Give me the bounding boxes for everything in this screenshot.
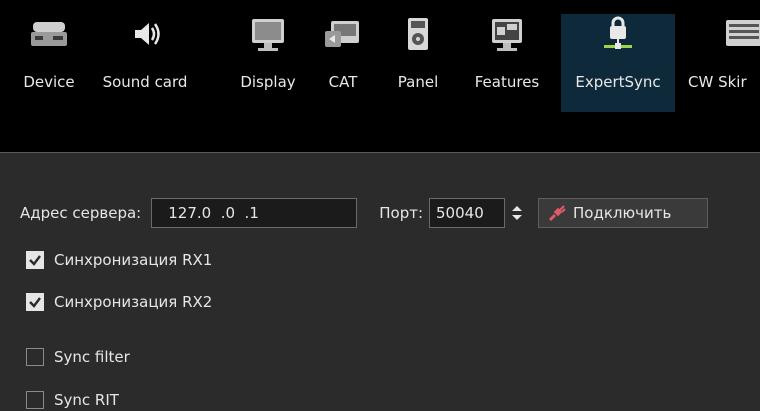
sync-filter-label: Sync filter (54, 348, 130, 366)
device-icon (14, 14, 84, 64)
tab-cw-skimmer[interactable]: CW Skir (688, 14, 760, 112)
tab-panel[interactable]: Panel (390, 14, 446, 112)
tab-sound-card-label: Sound card (102, 73, 188, 91)
port-value: 50040 (436, 204, 484, 222)
sync-rit-checkbox[interactable] (26, 391, 44, 409)
sync-rx2-option[interactable]: Синхронизация RX2 (26, 293, 212, 311)
tab-device-label: Device (23, 73, 75, 91)
network-lock-icon (561, 14, 675, 64)
tab-panel-label: Panel (397, 73, 439, 91)
tab-features-label: Features (474, 73, 540, 91)
tab-expertsync[interactable]: ExpertSync (561, 14, 675, 112)
checkmark-icon (29, 297, 41, 308)
expertsync-settings-panel: Адрес сервера: 127.0 .0 .1 Порт: 50040 П… (0, 153, 760, 411)
settings-toolbar: Device Sound card Display CAT Panel Feat… (0, 0, 760, 152)
panel-icon (390, 14, 446, 64)
port-field[interactable]: 50040 (429, 198, 506, 228)
sync-rx1-label: Синхронизация RX1 (54, 251, 213, 269)
checkmark-icon (29, 255, 41, 266)
server-address-field[interactable]: 127.0 .0 .1 (151, 198, 358, 228)
features-icon (464, 14, 550, 64)
keyboard-icon (724, 14, 760, 64)
port-label: Порт: (379, 204, 424, 222)
sync-rit-option[interactable]: Sync RIT (26, 391, 119, 409)
spinner-arrows-icon (512, 206, 523, 220)
sync-rit-label: Sync RIT (54, 391, 119, 409)
server-address-value: 127.0 .0 .1 (168, 204, 259, 222)
tab-cat[interactable]: CAT (320, 14, 366, 112)
cat-icon (320, 14, 366, 64)
connect-button[interactable]: Подключить (538, 198, 709, 228)
port-spinner[interactable] (504, 198, 530, 228)
tab-display-label: Display (240, 73, 296, 91)
tab-cw-skimmer-label: CW Skir (688, 73, 747, 91)
speaker-icon (97, 14, 193, 64)
sync-rx2-label: Синхронизация RX2 (54, 293, 213, 311)
sync-rx1-option[interactable]: Синхронизация RX1 (26, 251, 212, 269)
tab-features[interactable]: Features (464, 14, 550, 112)
tab-expertsync-label: ExpertSync (575, 73, 661, 91)
server-row: Адрес сервера: 127.0 .0 .1 Порт: 50040 П… (20, 198, 709, 228)
sync-filter-option[interactable]: Sync filter (26, 348, 130, 366)
connect-button-label: Подключить (573, 204, 672, 222)
monitor-icon (227, 14, 309, 64)
sync-filter-checkbox[interactable] (26, 348, 44, 366)
server-address-label: Адрес сервера: (20, 204, 142, 222)
tab-cat-label: CAT (328, 73, 358, 91)
tab-display[interactable]: Display (227, 14, 309, 112)
sync-rx1-checkbox[interactable] (26, 251, 44, 269)
tab-sound-card[interactable]: Sound card (97, 14, 193, 112)
plug-icon (547, 203, 567, 223)
sync-rx2-checkbox[interactable] (26, 293, 44, 311)
tab-device[interactable]: Device (14, 14, 84, 112)
